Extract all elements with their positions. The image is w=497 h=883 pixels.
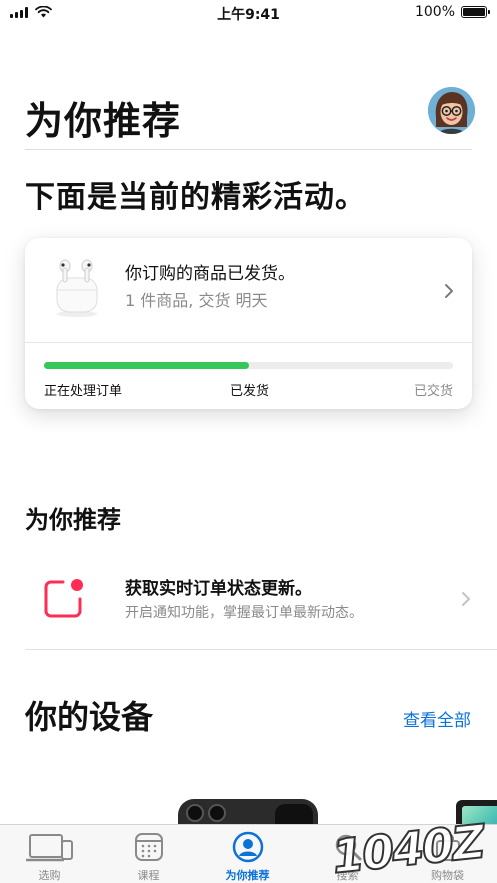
notification-icon [44,579,83,618]
order-title: 你订购的商品已发货。 [125,264,295,284]
notification-subtitle: 开启通知功能，掌握最订单最新动态。 [125,605,363,621]
section-divider [25,649,497,650]
tab-label: 为你推荐 [225,869,270,882]
battery-icon [461,6,490,18]
tab-label: 购物袋 [431,869,464,882]
notification-title[interactable]: 获取实时订单状态更新。 [125,574,312,599]
page-subtitle: 下面是当前的精彩活动。 [25,180,366,215]
person-icon [232,831,263,863]
order-progress-fill [44,362,249,369]
search-icon [335,834,361,861]
status-bar: 上午9:41 100% [0,0,497,26]
order-detail: 1 件商品, 交货 明天 [125,291,268,310]
camera-lens-icon [208,804,226,822]
tab-for-you[interactable]: 为你推荐 [198,825,297,883]
order-progress-bar [44,362,453,369]
card-divider [25,342,472,343]
header-divider [25,149,472,150]
chevron-right-icon [445,284,453,298]
tab-label: 选购 [38,869,61,882]
tab-bag[interactable]: 购物袋 [398,825,497,883]
airpods-icon [56,259,98,317]
tab-bar: 选购 课程 为你推荐 搜索 购物袋 [0,824,497,883]
step-shipped: 已发货 [230,384,270,399]
tab-label: 搜索 [336,869,359,882]
devices-section-title: 你的设备 [25,698,154,736]
camera-lens-icon [186,804,204,822]
see-all-link[interactable]: 查看全部 [403,706,471,731]
tab-sessions[interactable]: 课程 [99,825,198,883]
memoji-icon [428,87,475,134]
order-status-card[interactable]: 你订购的商品已发货。 1 件商品, 交货 明天 正在处理订单 已发货 已交货 [25,238,472,409]
page-title: 为你推荐 [25,99,182,143]
battery-percent: 100% [414,4,455,20]
tab-label: 课程 [137,869,160,882]
avatar[interactable] [428,87,475,134]
devices-icon [25,834,73,862]
calendar-icon [134,833,163,861]
tab-shop[interactable]: 选购 [0,825,99,883]
step-delivered: 已交货 [413,384,453,399]
bag-icon [435,833,460,861]
status-right: 100% [414,4,490,20]
step-processing: 正在处理订单 [44,384,123,399]
tab-search[interactable]: 搜索 [298,825,397,883]
recommend-section-title: 为你推荐 [25,506,121,534]
chevron-right-icon[interactable] [461,591,471,607]
